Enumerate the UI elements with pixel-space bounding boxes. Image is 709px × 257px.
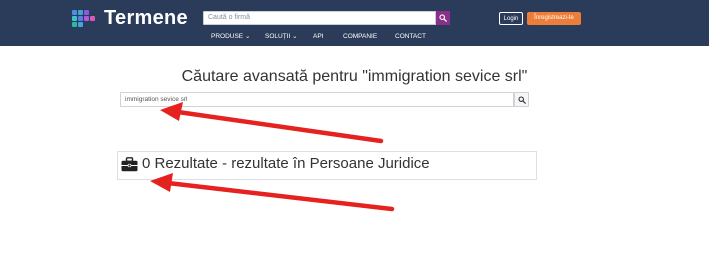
results-count-text: 0 Rezultate - rezultate în Persoane Juri… bbox=[142, 155, 430, 172]
nav-item-api[interactable]: API bbox=[313, 32, 323, 42]
nav-item-produse[interactable]: PRODUSE ⌄ bbox=[211, 32, 250, 42]
main-nav: PRODUSE ⌄ SOLUȚII ⌄ API COMPANIE CONTACT bbox=[0, 32, 709, 42]
top-navbar: Termene Caută o firmă Login Înregistreaz… bbox=[0, 0, 709, 46]
advanced-search-button[interactable] bbox=[514, 92, 529, 107]
search-icon bbox=[439, 14, 447, 22]
briefcase-icon bbox=[121, 157, 138, 172]
advanced-search-input[interactable]: immigration sevice srl bbox=[120, 92, 514, 107]
search-button[interactable] bbox=[436, 11, 450, 25]
login-button[interactable]: Login bbox=[499, 12, 523, 25]
page-title: Căutare avansată pentru "immigration sev… bbox=[181, 68, 528, 85]
nav-item-contact[interactable]: CONTACT bbox=[395, 32, 426, 42]
chevron-down-icon: ⌄ bbox=[292, 33, 298, 40]
red-arrow-search bbox=[160, 102, 384, 144]
logo-cube-icon bbox=[72, 8, 98, 28]
logo-text: Termene bbox=[104, 6, 188, 29]
search-input[interactable]: Caută o firmă bbox=[203, 11, 436, 25]
register-button[interactable]: Înregistreazi-te bbox=[527, 12, 581, 25]
logo[interactable]: Termene bbox=[72, 7, 188, 29]
search-icon bbox=[517, 95, 526, 104]
chevron-down-icon: ⌄ bbox=[244, 33, 251, 40]
nav-item-solutii[interactable]: SOLUȚII ⌄ bbox=[265, 32, 298, 42]
nav-item-companie[interactable]: COMPANIE bbox=[343, 32, 377, 42]
